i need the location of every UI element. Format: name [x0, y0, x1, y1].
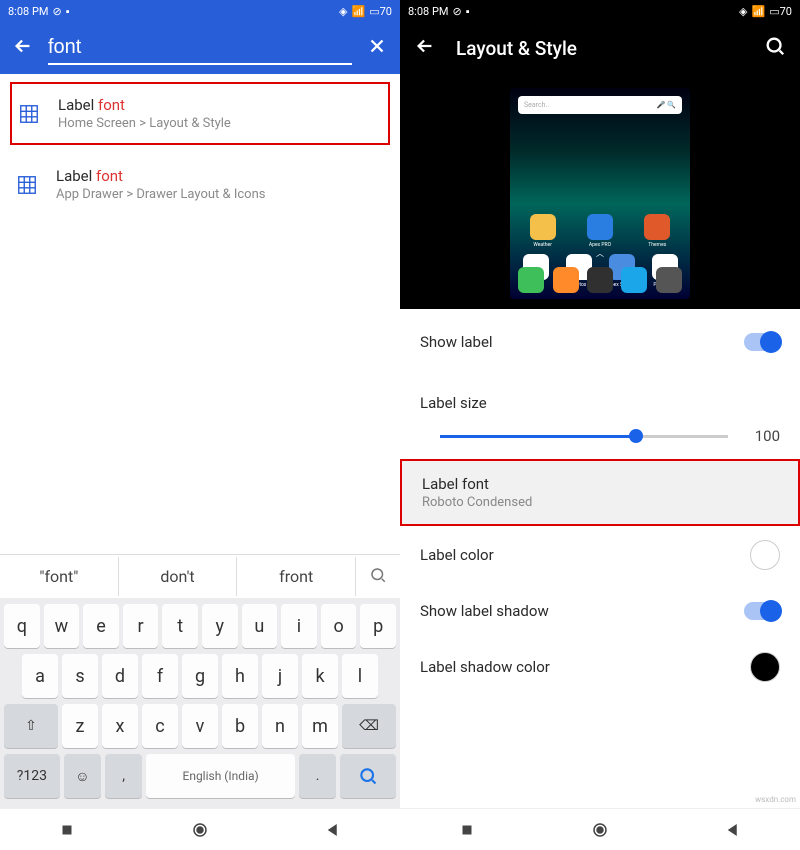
- settings-list: Show label Label size 100 Label font Rob…: [400, 309, 800, 808]
- grid-icon: [16, 174, 38, 196]
- nav-home[interactable]: [591, 821, 609, 839]
- color-swatch[interactable]: [750, 540, 780, 570]
- status-time: 8:08 PM: [8, 5, 48, 18]
- battery-icon: ▭70: [369, 5, 392, 18]
- key[interactable]: q: [4, 604, 40, 648]
- search-result-item[interactable]: Label font Home Screen > Layout & Style: [10, 82, 390, 145]
- page-title: Layout & Style: [456, 37, 744, 60]
- result-title: Label font: [58, 96, 231, 114]
- keyboard-suggestions: "font" don't front: [0, 554, 400, 598]
- search-result-item[interactable]: Label font App Drawer > Drawer Layout & …: [0, 153, 400, 216]
- search-key[interactable]: [340, 754, 396, 798]
- preview-dock: [514, 267, 686, 293]
- slider-value: 100: [744, 427, 780, 445]
- result-path: App Drawer > Drawer Layout & Icons: [56, 187, 265, 202]
- phone-right: 8:08 PM ⊘ ▪ ◈ 📶 ▭70 Layout & Style Searc…: [400, 0, 800, 850]
- key[interactable]: i: [281, 604, 317, 648]
- nav-bar: [0, 808, 400, 850]
- search-header: [0, 22, 400, 74]
- wifi-icon: ◈: [339, 5, 347, 18]
- dnd-icon: ⊘: [52, 5, 61, 18]
- backspace-key[interactable]: ⌫: [342, 704, 396, 748]
- watermark: wsxdn.com: [755, 795, 796, 804]
- suggestion[interactable]: front: [237, 557, 356, 596]
- notification-icon: ▪: [66, 5, 70, 18]
- wifi-icon: ◈: [739, 5, 747, 18]
- toggle[interactable]: [744, 602, 780, 620]
- key[interactable]: o: [321, 604, 357, 648]
- key[interactable]: k: [302, 654, 338, 698]
- preview-search-bar: Search..🎤 🔍: [518, 96, 682, 114]
- homescreen-preview: Search..🎤 🔍 WeatherApex PROThemes GmailP…: [400, 74, 800, 309]
- status-bar: 8:08 PM ⊘ ▪ ◈ 📶 ▭70: [400, 0, 800, 22]
- key[interactable]: d: [102, 654, 138, 698]
- space-key[interactable]: English (India): [146, 754, 295, 798]
- toggle[interactable]: [744, 333, 780, 351]
- search-input[interactable]: [48, 32, 352, 65]
- key[interactable]: w: [44, 604, 80, 648]
- suggestion[interactable]: don't: [119, 557, 238, 596]
- nav-back[interactable]: [724, 821, 742, 839]
- key[interactable]: r: [123, 604, 159, 648]
- key[interactable]: g: [182, 654, 218, 698]
- phone-left: 8:08 PM ⊘ ▪ ◈ 📶 ▭70 Label font Home Scre…: [0, 0, 400, 850]
- key[interactable]: h: [222, 654, 258, 698]
- color-swatch[interactable]: [750, 652, 780, 682]
- key[interactable]: b: [222, 704, 258, 748]
- status-bar: 8:08 PM ⊘ ▪ ◈ 📶 ▭70: [0, 0, 400, 22]
- nav-bar: [400, 808, 800, 850]
- setting-label-font[interactable]: Label font Roboto Condensed: [400, 459, 800, 526]
- search-icon[interactable]: [764, 35, 786, 61]
- key[interactable]: l: [342, 654, 378, 698]
- label-size-slider[interactable]: 100: [400, 423, 800, 459]
- key[interactable]: p: [360, 604, 396, 648]
- key[interactable]: f: [142, 654, 178, 698]
- signal-icon: 📶: [352, 5, 366, 18]
- keyboard: q w e r t y u i o p a s d f g h j k l ⇧ …: [0, 598, 400, 808]
- search-results: Label font Home Screen > Layout & Style …: [0, 74, 400, 554]
- dnd-icon: ⊘: [452, 5, 461, 18]
- key[interactable]: m: [302, 704, 338, 748]
- notification-icon: ▪: [466, 5, 470, 18]
- signal-icon: 📶: [752, 5, 766, 18]
- nav-back[interactable]: [324, 821, 342, 839]
- suggestion[interactable]: "font": [0, 557, 119, 596]
- settings-header: Layout & Style: [400, 22, 800, 74]
- setting-label-color[interactable]: Label color: [400, 526, 800, 584]
- preview-app-row: WeatherApex PROThemes: [514, 214, 686, 248]
- key[interactable]: n: [262, 704, 298, 748]
- symbols-key[interactable]: ?123: [4, 754, 60, 798]
- nav-recents[interactable]: [58, 821, 76, 839]
- key[interactable]: j: [262, 654, 298, 698]
- result-path: Home Screen > Layout & Style: [58, 116, 231, 131]
- status-time: 8:08 PM: [408, 5, 448, 18]
- setting-show-label[interactable]: Show label: [400, 315, 800, 369]
- emoji-key[interactable]: ☺: [64, 754, 101, 798]
- battery-icon: ▭70: [769, 5, 792, 18]
- setting-label-size: Label size: [400, 369, 800, 423]
- shift-key[interactable]: ⇧: [4, 704, 58, 748]
- comma-key[interactable]: ,: [105, 754, 142, 798]
- nav-recents[interactable]: [458, 821, 476, 839]
- key[interactable]: t: [162, 604, 198, 648]
- mic-icon[interactable]: [356, 566, 400, 588]
- key[interactable]: v: [182, 704, 218, 748]
- key[interactable]: x: [102, 704, 138, 748]
- nav-home[interactable]: [191, 821, 209, 839]
- setting-show-shadow[interactable]: Show label shadow: [400, 584, 800, 638]
- key[interactable]: u: [242, 604, 278, 648]
- key[interactable]: s: [62, 654, 98, 698]
- period-key[interactable]: .: [299, 754, 336, 798]
- close-icon[interactable]: [366, 35, 388, 61]
- key[interactable]: y: [202, 604, 238, 648]
- grid-icon: [18, 103, 40, 125]
- back-icon[interactable]: [414, 35, 436, 61]
- result-title: Label font: [56, 167, 265, 185]
- key[interactable]: e: [83, 604, 119, 648]
- key[interactable]: c: [142, 704, 178, 748]
- key[interactable]: a: [22, 654, 58, 698]
- setting-shadow-color[interactable]: Label shadow color: [400, 638, 800, 696]
- key[interactable]: z: [62, 704, 98, 748]
- back-icon[interactable]: [12, 35, 34, 61]
